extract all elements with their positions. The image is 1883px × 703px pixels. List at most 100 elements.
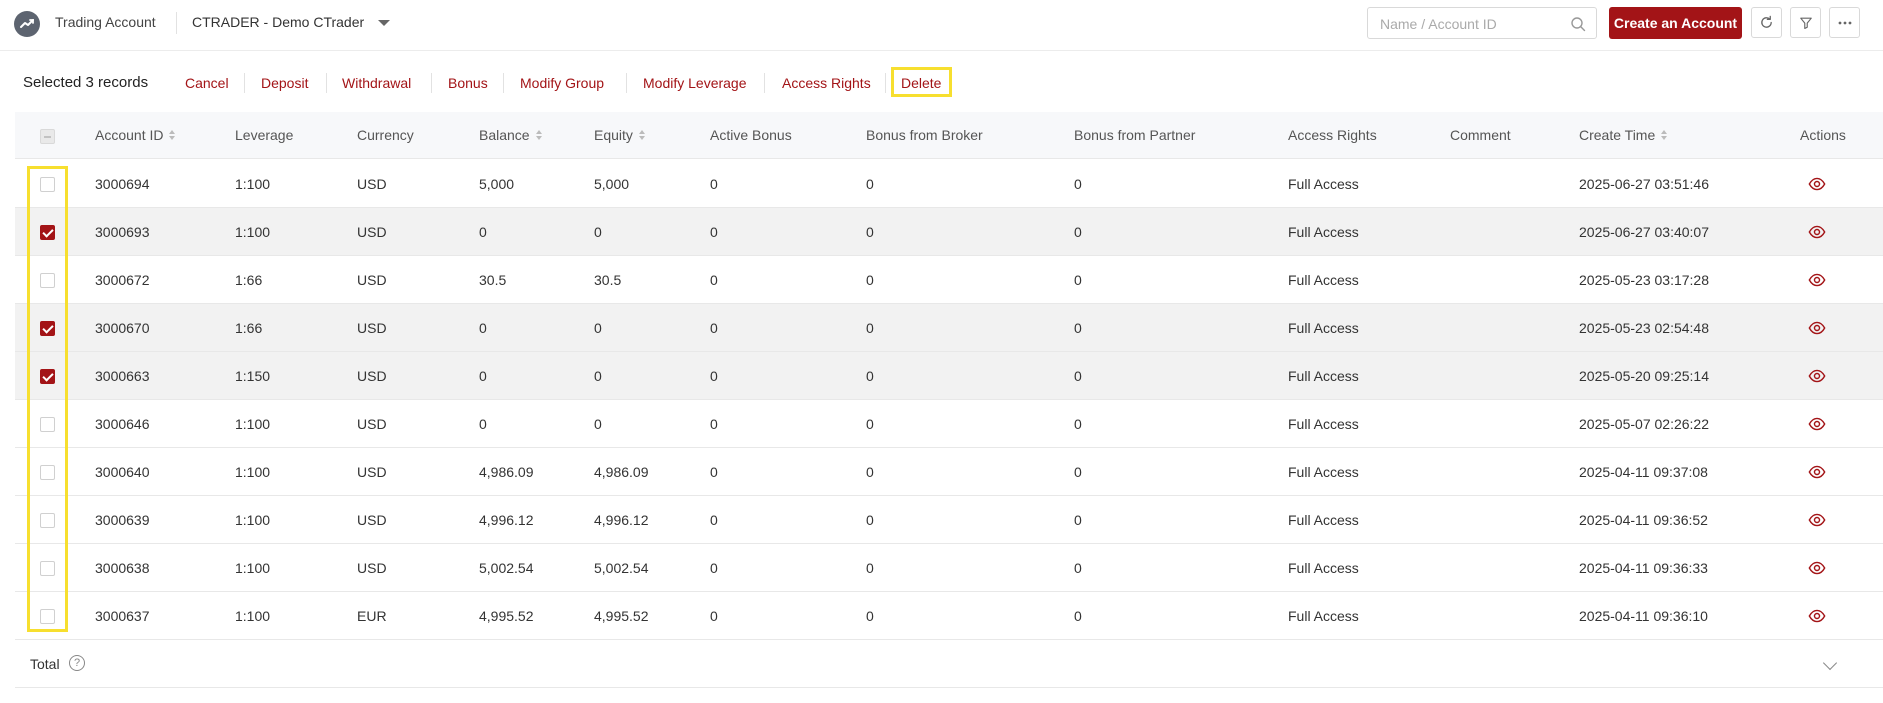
cell-balance: 0	[479, 224, 487, 240]
create-account-button[interactable]: Create an Account	[1609, 7, 1742, 39]
table-row[interactable]: 3000672 1:66 USD 30.5 30.5 0 0 0 Full Access 2025…	[15, 256, 1883, 304]
cell-currency: USD	[357, 560, 387, 576]
view-eye-icon[interactable]	[1808, 559, 1826, 577]
view-eye-icon[interactable]	[1808, 319, 1826, 337]
cell-bonus-broker: 0	[866, 320, 874, 336]
cell-bonus-partner: 0	[1074, 416, 1082, 432]
cell-create-time: 2025-06-27 03:40:07	[1579, 224, 1709, 240]
refresh-button[interactable]	[1751, 7, 1782, 38]
withdrawal-action[interactable]: Withdrawal	[342, 75, 411, 91]
cell-access: Full Access	[1288, 368, 1359, 384]
table-row[interactable]: 3000637 1:100 EUR 4,995.52 4,995.52 0 0 0 Full A…	[15, 592, 1883, 640]
cell-active-bonus: 0	[710, 416, 718, 432]
deposit-action[interactable]: Deposit	[261, 75, 308, 91]
table-row[interactable]: 3000639 1:100 USD 4,996.12 4,996.12 0 0 0 Full A…	[15, 496, 1883, 544]
view-eye-icon[interactable]	[1808, 175, 1826, 193]
cell-active-bonus: 0	[710, 224, 718, 240]
app-logo-icon	[14, 11, 40, 37]
select-all-checkbox[interactable]	[40, 129, 55, 144]
cancel-action[interactable]: Cancel	[185, 75, 229, 91]
cell-equity: 0	[594, 416, 602, 432]
table-header: Account ID Leverage Currency Balance Equ…	[15, 112, 1883, 159]
column-header-bonus-broker: Bonus from Broker	[866, 127, 983, 143]
cell-access: Full Access	[1288, 320, 1359, 336]
divider	[626, 73, 627, 93]
divider	[244, 73, 245, 93]
table-row[interactable]: 3000693 1:100 USD 0 0 0 0 0 Full Access 2025-06-2…	[15, 208, 1883, 256]
cell-equity: 4,996.12	[594, 512, 649, 528]
cell-create-time: 2025-04-11 09:37:08	[1579, 464, 1708, 480]
column-header-create-time[interactable]: Create Time	[1579, 127, 1668, 143]
cell-bonus-broker: 0	[866, 416, 874, 432]
modify-group-action[interactable]: Modify Group	[520, 75, 604, 91]
view-eye-icon[interactable]	[1808, 223, 1826, 241]
more-button[interactable]	[1829, 7, 1860, 38]
cell-equity: 0	[594, 320, 602, 336]
access-rights-action[interactable]: Access Rights	[782, 75, 871, 91]
cell-bonus-partner: 0	[1074, 224, 1082, 240]
cell-account-id: 3000638	[95, 560, 150, 576]
view-eye-icon[interactable]	[1808, 511, 1826, 529]
cell-equity: 5,000	[594, 176, 630, 192]
cell-balance: 4,995.52	[479, 608, 534, 624]
cell-leverage: 1:100	[235, 224, 271, 240]
cell-equity: 5,002.54	[594, 560, 649, 576]
cell-create-time: 2025-05-23 03:17:28	[1579, 272, 1709, 288]
column-header-account-id[interactable]: Account ID	[95, 127, 176, 143]
column-header-access-rights: Access Rights	[1288, 127, 1377, 143]
table-row[interactable]: 3000640 1:100 USD 4,986.09 4,986.09 0 0 0 Full A…	[15, 448, 1883, 496]
cell-bonus-broker: 0	[866, 176, 874, 192]
cell-account-id: 3000672	[95, 272, 150, 288]
cell-account-id: 3000694	[95, 176, 150, 192]
cell-active-bonus: 0	[710, 560, 718, 576]
column-header-equity[interactable]: Equity	[594, 127, 645, 143]
cell-account-id: 3000640	[95, 464, 150, 480]
column-header-bonus-partner: Bonus from Partner	[1074, 127, 1196, 143]
cell-balance: 4,986.09	[479, 464, 534, 480]
cell-currency: USD	[357, 368, 387, 384]
filter-button[interactable]	[1790, 7, 1821, 38]
cell-create-time: 2025-06-27 03:51:46	[1579, 176, 1709, 192]
cell-create-time: 2025-04-11 09:36:52	[1579, 512, 1708, 528]
cell-currency: USD	[357, 464, 387, 480]
table-row[interactable]: 3000694 1:100 USD 5,000 5,000 0 0 0 Full Access 2…	[15, 160, 1883, 208]
highlight-box	[27, 166, 68, 632]
cell-access: Full Access	[1288, 608, 1359, 624]
table-row[interactable]: 3000670 1:66 USD 0 0 0 0 0 Full Access 2025-05-23…	[15, 304, 1883, 352]
table-row[interactable]: 3000638 1:100 USD 5,002.54 5,002.54 0 0 0 Full A…	[15, 544, 1883, 592]
cell-active-bonus: 0	[710, 368, 718, 384]
cell-active-bonus: 0	[710, 272, 718, 288]
column-header-balance[interactable]: Balance	[479, 127, 542, 143]
cell-account-id: 3000663	[95, 368, 150, 384]
cell-equity: 0	[594, 224, 602, 240]
view-eye-icon[interactable]	[1808, 607, 1826, 625]
modify-leverage-action[interactable]: Modify Leverage	[643, 75, 747, 91]
total-row[interactable]: Total ?	[15, 640, 1883, 688]
cell-balance: 30.5	[479, 272, 507, 288]
view-eye-icon[interactable]	[1808, 271, 1826, 289]
cell-leverage: 1:100	[235, 416, 271, 432]
chevron-down-icon[interactable]	[1822, 655, 1838, 671]
cell-bonus-partner: 0	[1074, 272, 1082, 288]
search-icon[interactable]	[1570, 16, 1586, 32]
view-eye-icon[interactable]	[1808, 463, 1826, 481]
cell-currency: USD	[357, 272, 387, 288]
sort-icon	[535, 130, 542, 140]
cell-leverage: 1:100	[235, 608, 271, 624]
cell-equity: 30.5	[594, 272, 622, 288]
search-input[interactable]	[1380, 14, 1560, 34]
bonus-action[interactable]: Bonus	[448, 75, 488, 91]
cell-bonus-broker: 0	[866, 512, 874, 528]
cell-equity: 0	[594, 368, 602, 384]
account-type-selector[interactable]: CTRADER - Demo CTrader	[192, 14, 391, 30]
selected-count: Selected 3 records	[23, 74, 149, 91]
cell-access: Full Access	[1288, 176, 1359, 192]
divider	[431, 73, 432, 93]
cell-leverage: 1:66	[235, 320, 263, 336]
cell-account-id: 3000693	[95, 224, 150, 240]
help-icon[interactable]: ?	[69, 655, 85, 671]
view-eye-icon[interactable]	[1808, 367, 1826, 385]
table-row[interactable]: 3000663 1:150 USD 0 0 0 0 0 Full Access 2025-05-2…	[15, 352, 1883, 400]
view-eye-icon[interactable]	[1808, 415, 1826, 433]
table-row[interactable]: 3000646 1:100 USD 0 0 0 0 0 Full Access 2025-05-0…	[15, 400, 1883, 448]
